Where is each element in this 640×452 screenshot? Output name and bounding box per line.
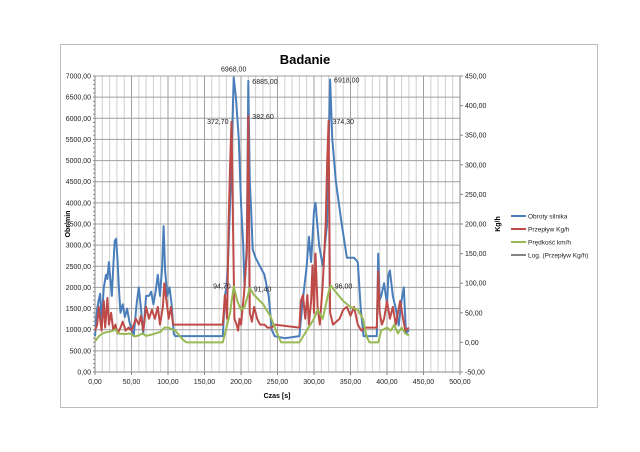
y2-tick-label: 150,00 (465, 251, 487, 258)
legend-entry: Prędkość km/h (528, 240, 571, 247)
y-tick-label: 500,00 (70, 348, 92, 355)
x-tick-label: 50,00 (123, 379, 141, 386)
x-tick-label: 500,00 (449, 379, 471, 386)
y-tick-label: 4000,00 (66, 200, 91, 207)
x-tick-label: 0,00 (88, 379, 102, 386)
y2-tick-label: 200,00 (465, 222, 487, 229)
legend: Obroty silnika Przepływ Kg/h Prędkość km/h… (511, 214, 588, 260)
y-tick-label: 3000,00 (66, 243, 91, 250)
x-tick-label: 300,00 (303, 379, 325, 386)
y2-tick-label: 300,00 (465, 162, 487, 169)
y-tick-label: 4500,00 (66, 179, 91, 186)
y-tick-label: 6000,00 (66, 116, 91, 123)
data-label: 6885,00 (252, 79, 277, 86)
chart: Badanie Czas [s] Obr/min Kg/h 0,00500,00… (65, 52, 588, 400)
y-tick-label: 3500,00 (66, 222, 91, 229)
x-tick-label: 250,00 (267, 379, 289, 386)
x-tick-label: 450,00 (413, 379, 435, 386)
data-label: 6968,00 (221, 66, 246, 73)
chart-title: Badanie (280, 52, 331, 67)
y-tick-label: 5500,00 (66, 137, 91, 144)
legend-entry: Przepływ Kg/h (528, 227, 570, 234)
data-label: 382,60 (252, 114, 274, 121)
y-tick-label: 2000,00 (66, 285, 91, 292)
y2-tick-label: 100,00 (465, 281, 487, 288)
y2-tick-label: -50,00 (465, 370, 485, 377)
data-label: 91,40 (254, 286, 272, 293)
y2-tick-label: 350,00 (465, 133, 487, 140)
legend-entry: Obroty silnika (528, 214, 568, 221)
y-tick-label: 0,00 (77, 370, 91, 377)
y-tick-label: 7000,00 (66, 74, 91, 81)
x-tick-label: 200,00 (230, 379, 252, 386)
y-tick-label: 6500,00 (66, 95, 91, 102)
y2-tick-label: 400,00 (465, 103, 487, 110)
legend-entry: Log. (Przepływ Kg/h) (528, 253, 588, 260)
y-tick-label: 2500,00 (66, 264, 91, 271)
data-label: 96,00 (335, 284, 353, 291)
y-tick-label: 5000,00 (66, 158, 91, 165)
data-label: 94,70 (213, 283, 231, 290)
y2-tick-label: 50,00 (465, 310, 483, 317)
data-label: 6918,00 (334, 77, 359, 84)
x-tick-label: 150,00 (194, 379, 216, 386)
x-tick-label: 400,00 (376, 379, 398, 386)
data-label: 374,30 (333, 119, 355, 126)
x-tick-label: 350,00 (340, 379, 362, 386)
y-tick-label: 1500,00 (66, 306, 91, 313)
y2-tick-label: 0,00 (465, 340, 479, 347)
data-label: 372,70 (207, 119, 229, 126)
y2-tick-label: 450,00 (465, 74, 487, 81)
y2-axis-label: Kg/h (495, 216, 502, 232)
x-axis-label: Czas [s] (264, 393, 291, 400)
x-tick-label: 100,00 (157, 379, 179, 386)
y2-tick-label: 250,00 (465, 192, 487, 199)
y-tick-label: 1000,00 (66, 327, 91, 334)
